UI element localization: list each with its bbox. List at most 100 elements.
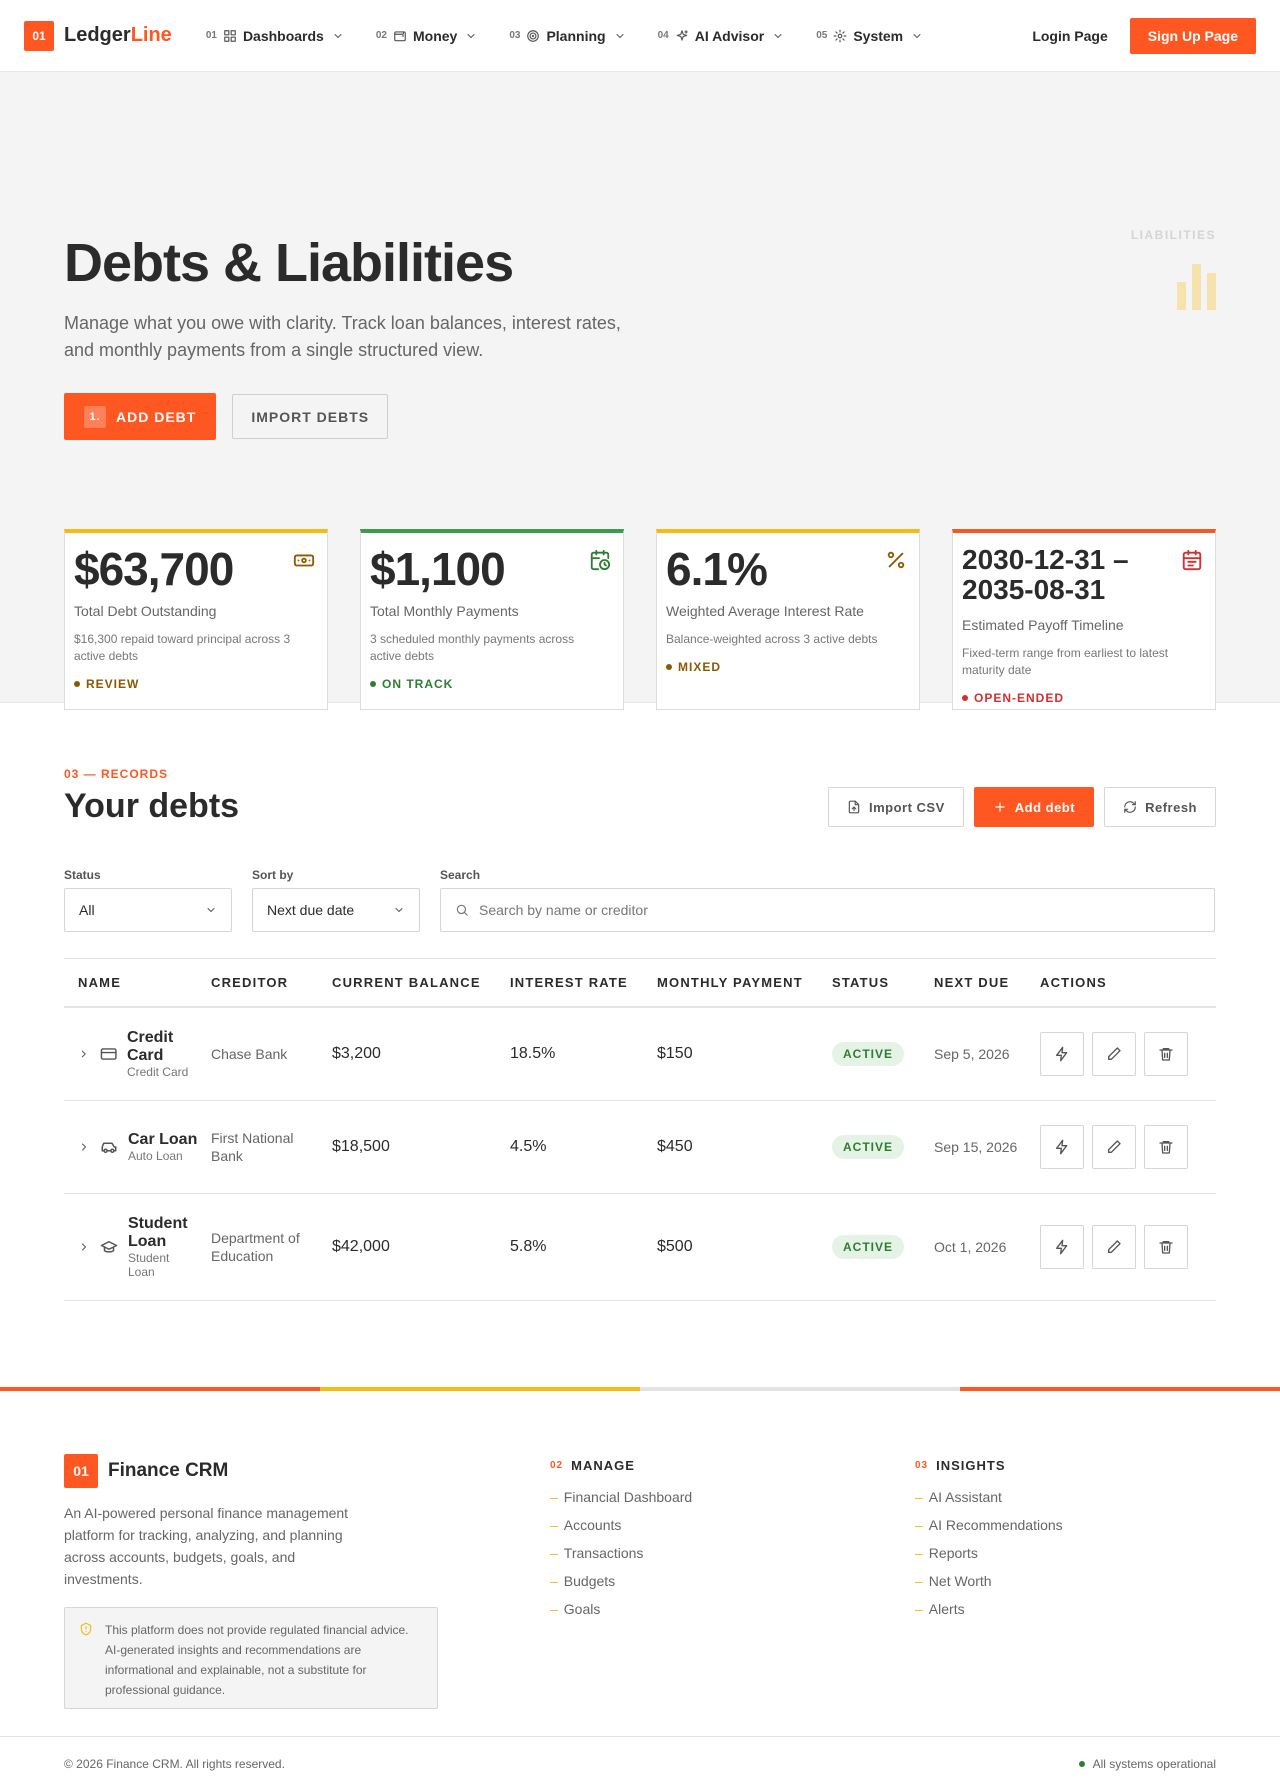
balance-cell: $18,500 <box>332 1138 390 1155</box>
chevron-down-icon <box>616 33 624 38</box>
chevron-down-icon <box>334 33 342 38</box>
table-header: NAME CREDITOR CURRENT BALANCE INTEREST R… <box>64 958 1216 1008</box>
table-row: Car Loan Auto Loan First National Bank $1… <box>64 1101 1216 1194</box>
file-upload-icon <box>848 800 860 814</box>
nav-label: AI Advisor <box>694 27 765 44</box>
hero-actions: 1. ADD DEBT IMPORT DEBTS <box>64 393 389 440</box>
card-value: 2030-12-31 – 2035-08-31 <box>962 544 1129 605</box>
footer-manage: 02MANAGE Financial Dashboard Accounts Tr… <box>550 1458 692 1623</box>
nav-item-dashboards[interactable]: 01 Dashboards <box>206 28 344 44</box>
card-subtitle: Fixed-term range from earliest to latest… <box>962 646 1169 677</box>
debt-name-cell: Car Loan Auto Loan <box>64 1131 211 1163</box>
card-title: Weighted Average Interest Rate <box>666 603 864 619</box>
section-label: 03 — RECORDS <box>64 767 169 781</box>
chevron-right-icon[interactable] <box>78 1048 90 1060</box>
quick-pay-button[interactable] <box>1040 1032 1084 1076</box>
records-section: 03 — RECORDS Your debts Import CSV Add d… <box>0 703 1280 1387</box>
status-badge: REVIEW <box>74 677 318 691</box>
footer-link[interactable]: Reports <box>915 1539 1063 1567</box>
card-value: 6.1% <box>666 543 768 595</box>
footer-link[interactable]: Transactions <box>550 1539 692 1567</box>
edit-button[interactable] <box>1092 1032 1136 1076</box>
footer-link[interactable]: Net Worth <box>915 1567 1063 1595</box>
calendar-clock-icon <box>590 549 611 571</box>
trash-icon <box>1159 1141 1173 1154</box>
footer-link[interactable]: Accounts <box>550 1511 692 1539</box>
payment-cell: $150 <box>657 1045 693 1062</box>
delete-button[interactable] <box>1144 1225 1188 1269</box>
nav-item-ai-advisor[interactable]: 04 AI Advisor <box>658 28 785 44</box>
nav-item-planning[interactable]: 03 Planning <box>509 28 625 44</box>
chevron-right-icon[interactable] <box>78 1141 90 1153</box>
footer-brand[interactable]: 01 Finance CRM <box>64 1454 228 1488</box>
search-icon <box>456 904 468 916</box>
login-link[interactable]: Login Page <box>1032 28 1107 44</box>
delete-button[interactable] <box>1144 1032 1188 1076</box>
status-badge: ACTIVE <box>832 1135 905 1159</box>
signup-button[interactable]: Sign Up Page <box>1129 17 1256 54</box>
status-select[interactable]: All <box>64 888 232 932</box>
logo-text: LedgerLine <box>64 24 172 46</box>
edit-button[interactable] <box>1092 1225 1136 1269</box>
debts-table: NAME CREDITOR CURRENT BALANCE INTEREST R… <box>64 958 1216 1301</box>
graduation-cap-icon <box>100 1241 118 1253</box>
quick-pay-button[interactable] <box>1040 1225 1084 1269</box>
add-debt-button[interactable]: 1. ADD DEBT <box>64 393 217 440</box>
top-nav: 01 LedgerLine 01 Dashboards 02 Money 03 … <box>0 0 1280 72</box>
nav-label: Planning <box>546 27 606 44</box>
refresh-icon <box>1124 801 1136 813</box>
logo[interactable]: 01 LedgerLine <box>24 20 172 51</box>
delete-button[interactable] <box>1144 1125 1188 1169</box>
footer-link[interactable]: Budgets <box>550 1567 692 1595</box>
edit-button[interactable] <box>1092 1125 1136 1169</box>
page-title: Debts & Liabilities <box>64 233 514 293</box>
refresh-button[interactable]: Refresh <box>1104 787 1216 827</box>
status-badge: MIXED <box>666 660 910 674</box>
status-badge: ON TRACK <box>370 677 614 691</box>
chevron-right-icon[interactable] <box>78 1241 90 1253</box>
lightning-icon <box>1056 1139 1068 1155</box>
credit-card-icon <box>100 1048 117 1060</box>
sort-select[interactable]: Next due date <box>252 888 420 932</box>
calendar-icon <box>1182 549 1202 571</box>
debt-name-cell: Credit Card Credit Card <box>64 1029 211 1079</box>
payoff-timeline-card: 2030-12-31 – 2035-08-31 Estimated Payoff… <box>952 529 1216 710</box>
nav-item-money[interactable]: 02 Money <box>376 28 477 44</box>
hero-section: Debts & Liabilities Manage what you owe … <box>0 72 1280 710</box>
creditor-cell: Chase Bank <box>211 1046 288 1062</box>
card-title: Total Debt Outstanding <box>74 603 217 619</box>
add-debt-button-secondary[interactable]: Add debt <box>973 787 1095 827</box>
records-actions: Import CSV Add debt Refresh <box>827 787 1216 827</box>
pencil-icon <box>1108 1240 1121 1253</box>
import-csv-button[interactable]: Import CSV <box>827 787 964 827</box>
chevron-down-icon <box>207 908 215 912</box>
quick-pay-button[interactable] <box>1040 1125 1084 1169</box>
grid-icon <box>224 29 236 42</box>
import-debts-button[interactable]: IMPORT DEBTS <box>232 394 389 439</box>
search-input[interactable]: Search by name or creditor <box>440 888 1215 932</box>
due-cell: Sep 5, 2026 <box>934 1046 1010 1062</box>
nav-label: System <box>853 27 904 44</box>
footer-link[interactable]: AI Recommendations <box>915 1511 1063 1539</box>
status-badge: ACTIVE <box>832 1042 905 1066</box>
percent-icon <box>887 551 905 569</box>
rate-cell: 4.5% <box>510 1138 547 1155</box>
chevron-down-icon <box>395 908 403 912</box>
sparkle-icon <box>676 29 688 41</box>
creditor-cell: Department of Education <box>211 1230 300 1264</box>
footer: 01 Finance CRM An AI-powered personal fi… <box>0 1391 1280 1786</box>
card-title: Estimated Payoff Timeline <box>962 617 1124 633</box>
status-dot <box>1078 1760 1085 1767</box>
footer-link[interactable]: Alerts <box>915 1595 1063 1623</box>
plus-icon <box>995 802 1005 812</box>
footer-link[interactable]: Financial Dashboard <box>550 1483 692 1511</box>
nav-item-system[interactable]: 05 System <box>816 28 923 44</box>
nav-auth: Login Page Sign Up Page <box>1032 17 1256 54</box>
debt-name-cell: Student Loan Student Loan <box>64 1215 211 1279</box>
footer-description: An AI-powered personal finance managemen… <box>64 1505 349 1587</box>
rate-cell: 5.8% <box>510 1238 547 1255</box>
card-value: $63,700 <box>74 543 234 595</box>
footer-link[interactable]: AI Assistant <box>915 1483 1063 1511</box>
status-badge: ACTIVE <box>832 1235 905 1259</box>
footer-link[interactable]: Goals <box>550 1595 692 1623</box>
